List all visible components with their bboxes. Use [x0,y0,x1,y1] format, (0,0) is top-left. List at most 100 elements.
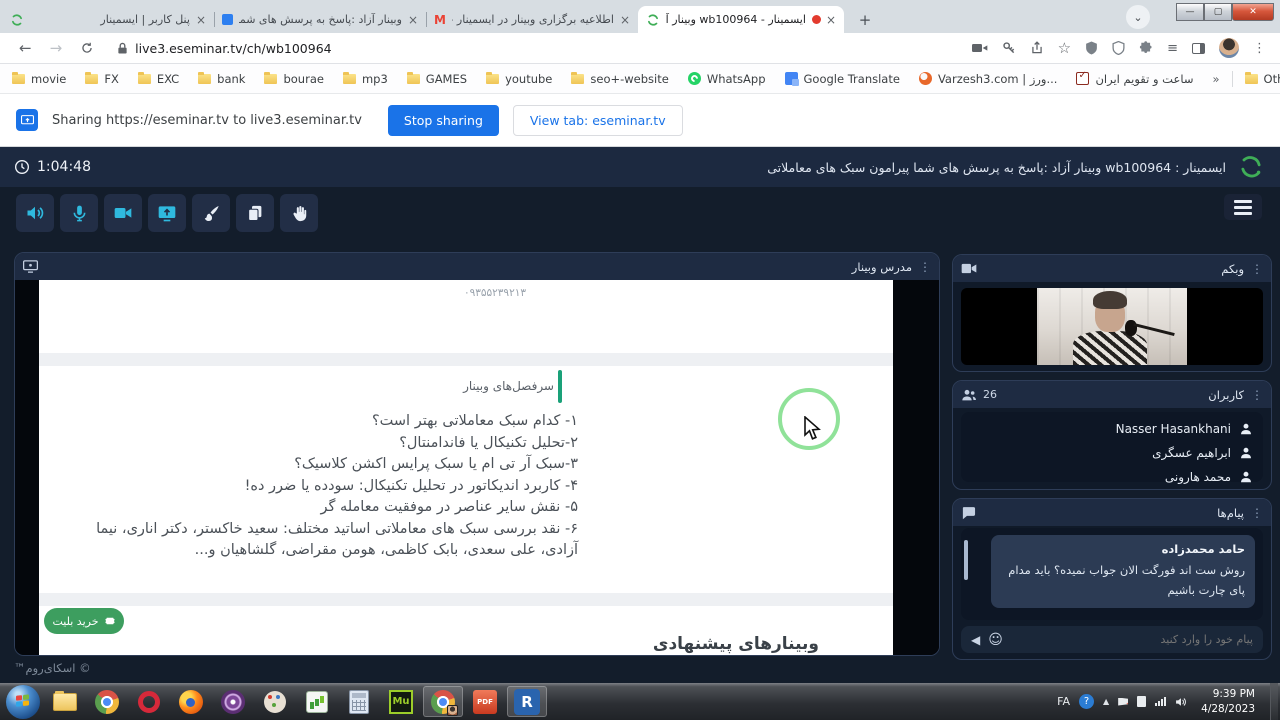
eseminar-logo [1236,154,1266,180]
side-panel-icon[interactable] [1192,43,1205,54]
new-tab-button[interactable]: + [852,7,878,33]
taskbar-tor[interactable] [213,686,253,717]
files-button[interactable] [236,194,274,232]
bookmark-youtube[interactable]: youtube [486,72,552,86]
person-icon [1239,446,1253,460]
taskbar-muse[interactable]: Mu [381,686,421,717]
profile-avatar[interactable] [1219,38,1239,58]
tab-user-panel[interactable]: پنل کاربر | ایسمینار × [2,6,214,33]
key-icon[interactable] [1002,41,1016,55]
layout-menu-button[interactable] [1224,194,1262,220]
bookmark-star-icon[interactable]: ☆ [1058,39,1071,57]
taskbar-chrome[interactable] [87,686,127,717]
taskbar-pdf-editor[interactable]: PDF [465,686,505,717]
forward-icon[interactable]: → [50,39,63,57]
taskbar-calculator[interactable] [339,686,379,717]
close-window-button[interactable]: ✕ [1232,3,1274,21]
page-gap [39,593,893,606]
hand-icon [290,204,309,223]
panel-menu-kebab-icon[interactable]: ⋮ [1251,262,1263,276]
back-icon[interactable]: ← [19,39,32,57]
whiteboard-button[interactable] [192,194,230,232]
user-row[interactable]: ابراهیم عسگری [971,441,1253,465]
bookmark-whatsapp[interactable]: WhatsApp [688,72,766,86]
bookmark-seo-website[interactable]: seo+-website [571,72,668,86]
chrome-icon [95,690,119,714]
view-tab-button[interactable]: View tab: eseminar.tv [513,105,683,136]
panel-menu-kebab-icon[interactable]: ⋮ [1251,388,1263,402]
share-icon[interactable] [1030,41,1044,55]
reading-list-icon[interactable]: ≡ [1167,41,1178,56]
reload-icon[interactable] [80,41,94,55]
taskbar-paint[interactable] [255,686,295,717]
emoji-icon[interactable]: ☺ [988,632,1003,648]
panel-menu-kebab-icon[interactable]: ⋮ [919,260,931,274]
message-sender: حامد محمدزاده [1001,542,1245,556]
close-icon[interactable]: × [826,14,836,26]
menu-kebab-icon[interactable]: ⋮ [1253,41,1266,56]
tab-search-chevron[interactable]: ⌄ [1126,5,1150,29]
bookmark-games[interactable]: GAMES [407,72,467,86]
bookmark-mp3[interactable]: mp3 [343,72,388,86]
messages-scrollbar-thumb[interactable] [964,540,968,580]
network-signal-icon[interactable] [1155,697,1166,706]
show-desktop-button[interactable] [1270,683,1278,720]
bookmark-movie[interactable]: movie [12,72,66,86]
calculator-icon [349,690,369,714]
tray-document-icon[interactable] [1137,696,1146,707]
taskbar-chart-app[interactable] [297,686,337,717]
minimize-button[interactable]: — [1176,3,1204,21]
taskbar-opera[interactable] [129,686,169,717]
maximize-button[interactable]: ▢ [1204,3,1232,21]
bookmark-iran-calendar[interactable]: ساعت و تقویم ایران [1076,72,1193,86]
ticket-icon [104,615,116,627]
volume-icon[interactable] [1175,696,1188,708]
message-list: حامد محمدزاده روش ست اند فورگت الان جواب… [961,528,1263,620]
close-icon[interactable]: × [620,14,630,26]
other-bookmarks[interactable]: Other bookmarks [1245,72,1280,86]
webcam-button[interactable] [104,194,142,232]
user-row[interactable]: محمد هارونی [971,465,1253,489]
bookmark-fx[interactable]: FX [85,72,119,86]
bookmarks-overflow-chevron[interactable]: » [1212,72,1219,86]
taskbar-chrome-profile[interactable] [423,686,463,717]
panel-menu-kebab-icon[interactable]: ⋮ [1251,506,1263,520]
tab-webinar-info[interactable]: وبینار آزاد :پاسخ به پرسش های شما × [214,6,426,33]
close-icon[interactable]: × [196,14,206,26]
user-row[interactable]: Nasser Hasankhani [971,417,1253,441]
bookmark-bank[interactable]: bank [198,72,245,86]
tray-overflow-icon[interactable]: ▲ [1103,697,1109,706]
language-indicator[interactable]: FA [1057,695,1070,708]
message-input[interactable] [1011,633,1253,646]
bookmark-varzesh3[interactable]: Varzesh3.com | ورز... [919,72,1058,86]
bookmark-google-translate[interactable]: Google Translate [785,72,900,86]
taskbar-explorer[interactable] [45,686,85,717]
taskbar-firefox[interactable] [171,686,211,717]
taskbar-r-app[interactable]: R [507,686,547,717]
page-gap [39,353,893,366]
screen-share-button[interactable] [148,194,186,232]
bookmark-bourae[interactable]: bourae [264,72,323,86]
start-button[interactable] [6,685,40,719]
tab-capture-icon[interactable] [972,42,988,54]
tab-gmail[interactable]: M اطلاعیه برگزاری وبینار در ایسمینار - G… [426,6,638,33]
tray-clock[interactable]: 9:39 PM 4/28/2023 [1201,687,1255,715]
omnibox[interactable]: live3.eseminar.tv/ch/wb100964 [117,41,971,56]
raise-hand-button[interactable] [280,194,318,232]
whatsapp-icon [688,72,701,85]
tab-active-webinar[interactable]: ایسمینار - wb100964 وبینار آزاد × [638,6,844,33]
speaker-button[interactable] [16,194,54,232]
shield-extension-icon[interactable] [1085,41,1098,55]
microphone-button[interactable] [60,194,98,232]
extensions-puzzle-icon[interactable] [1139,41,1153,55]
stop-sharing-button[interactable]: Stop sharing [388,105,499,136]
help-icon[interactable]: ? [1079,694,1094,709]
buy-ticket-button[interactable]: خرید بلیت [44,608,124,634]
close-icon[interactable]: × [408,14,418,26]
shield-check-icon[interactable] [1112,41,1125,55]
action-center-flag-icon[interactable]: ✕ [1118,698,1128,706]
bookmark-exc[interactable]: EXC [138,72,179,86]
opera-icon [138,691,160,713]
eseminar-favicon [10,13,24,27]
send-icon[interactable]: ◀ [971,633,980,647]
